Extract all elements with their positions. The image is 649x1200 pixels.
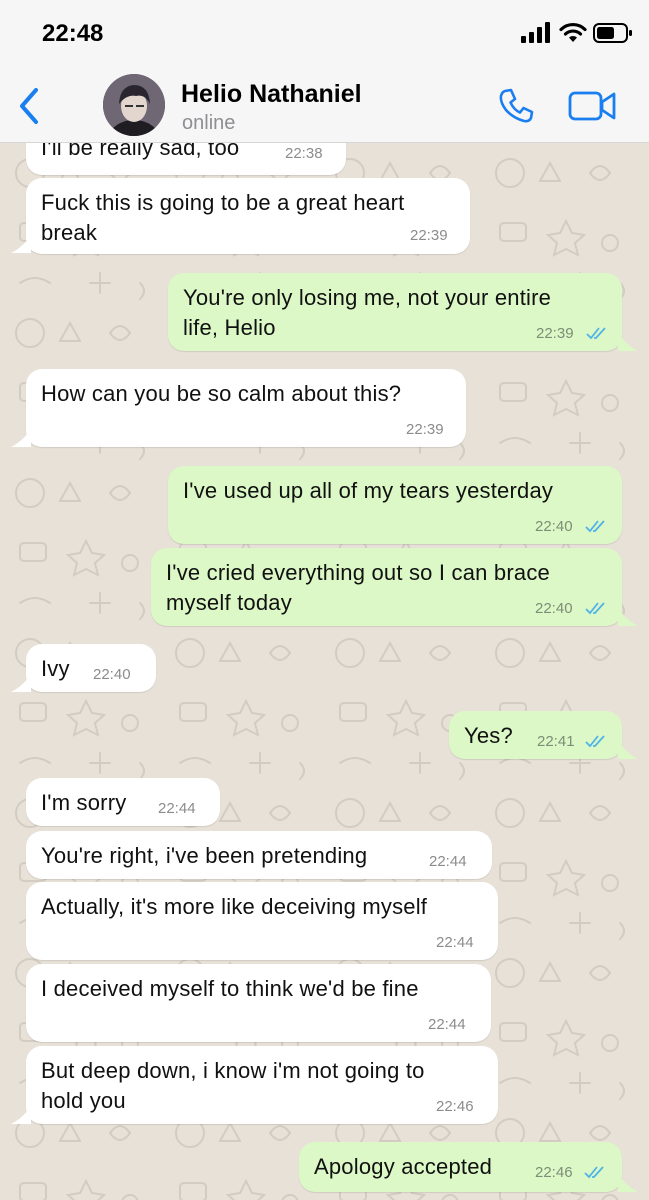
message-bubble-incoming[interactable]: You're right, i've been pretending 22:44 (26, 831, 492, 879)
message-text: But deep down, i know i'm not going to h… (41, 1058, 425, 1113)
message-text: You're only losing me, not your entire l… (183, 285, 552, 340)
message-time: 22:40 (93, 666, 131, 683)
bubble-tail (618, 1174, 638, 1192)
contact-status: online (182, 112, 236, 134)
phone-icon (499, 88, 534, 123)
message-time: 22:39 (406, 421, 444, 438)
message-list[interactable]: I'll be really sad, too 22:38 Fuck this … (0, 143, 649, 1200)
message-bubble-incoming[interactable]: Ivy 22:40 (26, 644, 156, 692)
contact-avatar[interactable] (103, 74, 165, 136)
avatar-image (103, 74, 165, 136)
double-check-icon (584, 1166, 604, 1179)
message-bubble-incoming[interactable]: Fuck this is going to be a great heart b… (26, 178, 470, 254)
bubble-tail (11, 674, 31, 692)
message-bubble-outgoing[interactable]: I've cried everything out so I can brace… (151, 548, 622, 626)
message-text: You're right, i've been pretending (41, 843, 368, 868)
message-time: 22:44 (428, 1016, 466, 1033)
message-text: I deceived myself to think we'd be fine (41, 976, 419, 1001)
message-text: Yes? (464, 723, 513, 748)
message-bubble-incoming[interactable]: I'll be really sad, too 22:38 (26, 143, 346, 175)
message-time: 22:44 (158, 800, 196, 817)
double-check-icon (586, 327, 606, 340)
message-text: I'm sorry (41, 790, 127, 815)
message-time: 22:44 (436, 934, 474, 951)
message-text: I've cried everything out so I can brace… (166, 560, 550, 615)
message-bubble-outgoing[interactable]: I've used up all of my tears yesterday 2… (168, 466, 622, 544)
bubble-tail (11, 429, 31, 447)
chat-header: 22:48 Helio Nathaniel online (0, 0, 649, 143)
bubble-tail (618, 608, 638, 626)
double-check-icon (585, 735, 605, 748)
chevron-left-icon (20, 88, 38, 124)
signal-icon (521, 22, 550, 43)
message-time: 22:38 (285, 145, 323, 162)
status-bar-time: 22:48 (42, 20, 104, 47)
message-bubble-incoming[interactable]: I'm sorry 22:44 (26, 778, 220, 826)
message-time: 22:46 (535, 1164, 573, 1181)
message-bubble-incoming[interactable]: I deceived myself to think we'd be fine … (26, 964, 491, 1042)
message-bubble-incoming[interactable]: But deep down, i know i'm not going to h… (26, 1046, 498, 1124)
message-text: Ivy (41, 656, 70, 681)
double-check-icon (585, 602, 605, 615)
double-check-icon (585, 520, 605, 533)
message-text: I'll be really sad, too (41, 143, 240, 160)
message-time: 22:40 (535, 518, 573, 535)
message-text: Actually, it's more like deceiving mysel… (41, 894, 428, 919)
message-time: 22:40 (535, 600, 573, 617)
contact-name[interactable]: Helio Nathaniel (181, 80, 362, 109)
wifi-icon (559, 22, 587, 42)
status-bar-icons (521, 22, 632, 46)
message-bubble-outgoing[interactable]: You're only losing me, not your entire l… (168, 273, 622, 351)
message-bubble-incoming[interactable]: Actually, it's more like deceiving mysel… (26, 882, 498, 960)
message-bubble-outgoing[interactable]: Yes? 22:41 (449, 711, 622, 759)
bubble-tail (11, 1106, 31, 1124)
message-text: Apology accepted (314, 1154, 493, 1179)
back-button[interactable] (14, 86, 44, 126)
bubble-tail (11, 235, 31, 253)
voice-call-button[interactable] (496, 86, 536, 126)
battery-icon (593, 23, 632, 43)
message-time: 22:44 (429, 853, 467, 870)
message-time: 22:39 (410, 227, 448, 244)
video-camera-icon (568, 91, 616, 121)
message-time: 22:39 (536, 325, 574, 342)
video-call-button[interactable] (568, 88, 618, 124)
message-time: 22:46 (436, 1098, 474, 1115)
bubble-tail (618, 333, 638, 351)
bubble-tail (618, 741, 638, 759)
message-bubble-incoming[interactable]: How can you be so calm about this? 22:39 (26, 369, 466, 447)
message-text: I've used up all of my tears yesterday (183, 478, 554, 503)
message-bubble-outgoing[interactable]: Apology accepted 22:46 (299, 1142, 622, 1192)
message-time: 22:41 (537, 733, 575, 750)
message-text: How can you be so calm about this? (41, 381, 402, 406)
message-text: Fuck this is going to be a great heart b… (41, 190, 405, 245)
